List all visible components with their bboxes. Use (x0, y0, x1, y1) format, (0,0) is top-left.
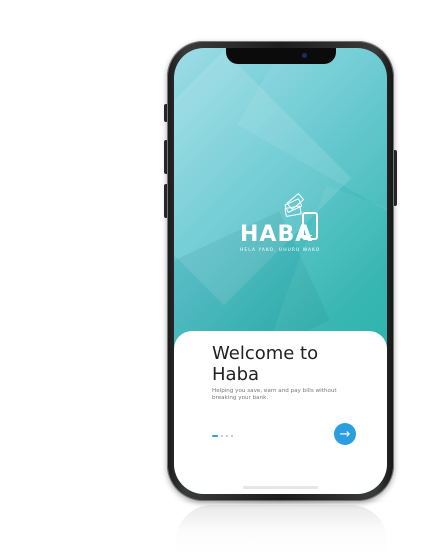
onboarding-card: Welcome to Haba Helping you save, earn a… (174, 331, 387, 494)
page-indicator (212, 435, 233, 437)
logo-wordmark: HABA (240, 222, 314, 247)
phone-reflection (176, 505, 387, 556)
page-dot-active (212, 435, 218, 437)
phone-screen: HABA HELA YAKO, UHURU WAKO Welcome to Ha… (174, 48, 387, 494)
phone-shadow (170, 497, 395, 505)
notch (226, 48, 336, 64)
home-indicator (243, 486, 318, 489)
arrow-right-icon: → (339, 426, 351, 442)
logo-tagline: HELA YAKO, UHURU WAKO (240, 248, 321, 253)
welcome-title: Welcome to Haba (212, 343, 319, 385)
welcome-subtitle: Helping you save, earn and pay bills wit… (212, 388, 337, 401)
page-dot (226, 435, 228, 437)
haba-logo: HABA HELA YAKO, UHURU WAKO (240, 192, 330, 256)
front-camera (302, 53, 307, 58)
next-button[interactable]: → (334, 423, 356, 445)
page-dot (231, 435, 233, 437)
page-dot (221, 435, 223, 437)
